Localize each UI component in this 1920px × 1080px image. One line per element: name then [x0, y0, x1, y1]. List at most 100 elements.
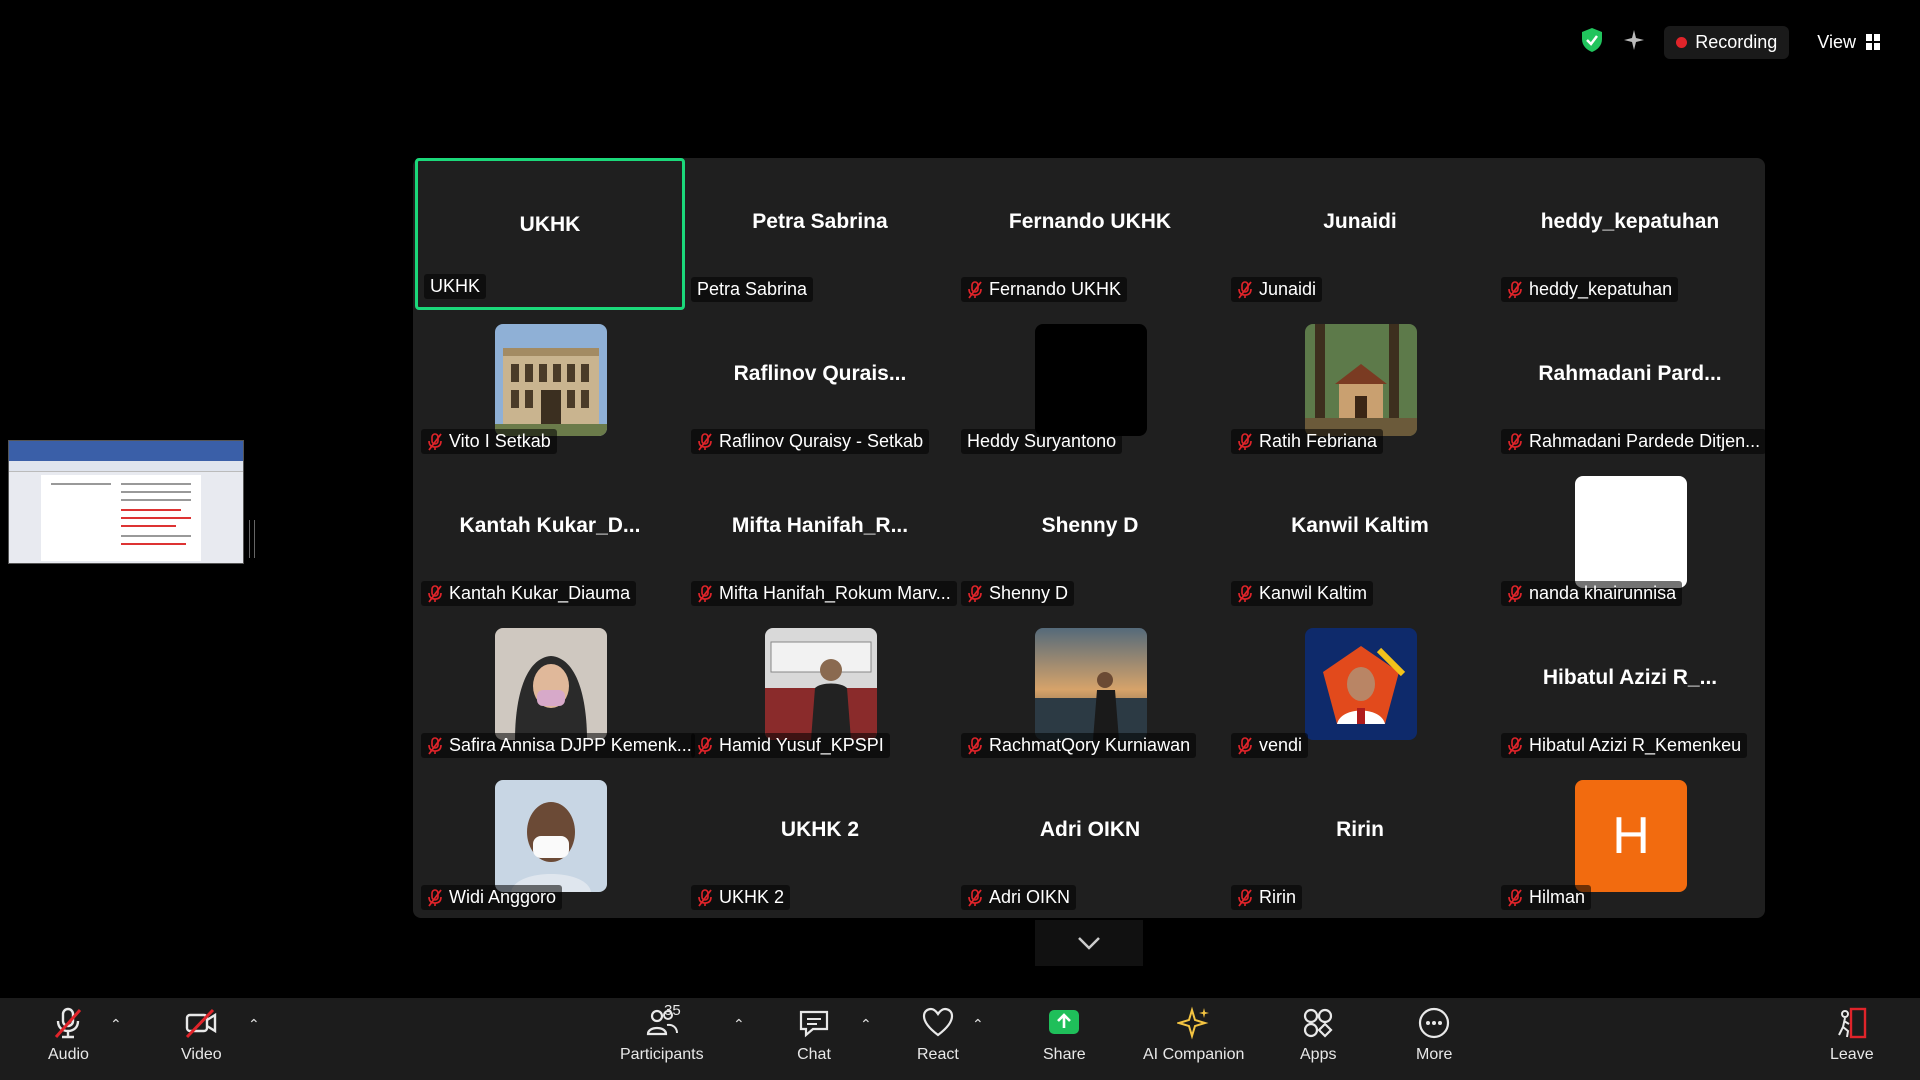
mic-muted-icon: [968, 280, 982, 299]
react-label: React: [917, 1046, 959, 1063]
shared-screen-thumbnail[interactable]: [8, 440, 244, 564]
participant-tile[interactable]: Fernando UKHK Fernando UKHK: [955, 158, 1225, 310]
participant-name-label: Mifta Hanifah_Rokum Marv...: [691, 581, 957, 606]
participant-name: RachmatQory Kurniawan: [989, 735, 1191, 755]
audio-options-caret[interactable]: ⌃: [110, 1016, 122, 1033]
participant-avatar: [495, 780, 607, 892]
participant-tile[interactable]: UKHK 2 UKHK 2: [685, 766, 955, 918]
participant-name-label: UKHK 2: [691, 885, 791, 910]
participant-name: Hibatul Azizi R_Kemenkeu: [1529, 735, 1742, 755]
react-button[interactable]: React: [917, 1006, 959, 1064]
apps-button[interactable]: Apps: [1300, 1006, 1336, 1064]
chat-options-caret[interactable]: ⌃: [860, 1016, 872, 1033]
react-options-caret[interactable]: ⌃: [972, 1016, 984, 1033]
video-button[interactable]: Video: [181, 1006, 222, 1064]
participant-name: Adri OIKN: [989, 887, 1071, 907]
participant-tile[interactable]: Kanwil Kaltim Kanwil Kaltim: [1225, 462, 1495, 614]
meeting-toolbar: Audio ⌃ Video ⌃ 35 Participants ⌃ Chat ⌃…: [0, 998, 1920, 1080]
ai-sparkle-icon[interactable]: [1622, 28, 1646, 57]
participant-name-label: Widi Anggoro: [421, 885, 563, 910]
participant-tile[interactable]: Mifta Hanifah_R... Mifta Hanifah_Rokum Ma…: [685, 462, 957, 614]
participant-name-label: Kanwil Kaltim: [1231, 581, 1374, 606]
leave-door-icon: [1837, 1007, 1866, 1039]
top-status-bar: Recording View: [1580, 22, 1890, 62]
mic-muted-icon: [1238, 888, 1252, 907]
participant-tile[interactable]: Ririn Ririn: [1225, 766, 1495, 918]
participant-name: Petra Sabrina: [697, 279, 808, 299]
recording-dot-icon: [1676, 36, 1688, 48]
participant-name-label: Shenny D: [961, 581, 1075, 606]
participant-tile[interactable]: Raflinov Qurais... Raflinov Quraisy - Set…: [685, 310, 955, 462]
encryption-shield-icon[interactable]: [1580, 27, 1604, 58]
participant-tile[interactable]: Rahmadani Pard... Rahmadani Pardede Ditje…: [1495, 310, 1767, 462]
chat-button[interactable]: Chat: [797, 1006, 831, 1064]
participant-tile[interactable]: Shenny D Shenny D: [955, 462, 1225, 614]
chat-icon: [799, 1010, 829, 1038]
participant-tile[interactable]: Ratih Febriana: [1225, 310, 1495, 462]
participant-tile[interactable]: H Hilman: [1495, 766, 1765, 918]
heart-icon: [922, 1007, 953, 1037]
share-button[interactable]: Share: [1043, 1006, 1086, 1064]
participant-name: Hamid Yusuf_KPSPI: [719, 735, 884, 755]
mic-muted-icon: [698, 888, 712, 907]
thumbnail-resize-handle[interactable]: [249, 520, 255, 558]
chevron-down-icon: [1078, 937, 1100, 950]
participants-button[interactable]: 35 Participants: [620, 1002, 704, 1064]
participant-name: Raflinov Quraisy - Setkab: [719, 431, 924, 451]
participant-name: UKHK 2: [719, 887, 785, 907]
leave-button[interactable]: Leave: [1830, 1006, 1874, 1064]
participant-avatar: [1305, 628, 1417, 740]
next-page-button[interactable]: [1035, 920, 1143, 966]
participant-name: Kantah Kukar_Diauma: [449, 583, 631, 603]
participant-name-label: Ririn: [1231, 885, 1303, 910]
participant-avatar: [1035, 324, 1147, 436]
participant-name-label: Hibatul Azizi R_Kemenkeu: [1501, 733, 1748, 758]
participant-name-label: nanda khairunnisa: [1501, 581, 1683, 606]
participant-avatar: [495, 324, 607, 436]
participant-name: Mifta Hanifah_Rokum Marv...: [719, 583, 951, 603]
participant-tile[interactable]: Widi Anggoro: [415, 766, 685, 918]
recording-indicator[interactable]: Recording: [1664, 25, 1790, 59]
participant-tile[interactable]: Safira Annisa DJPP Kemenk...: [415, 614, 695, 766]
more-label: More: [1416, 1046, 1453, 1063]
participant-count-badge: 35: [664, 1002, 681, 1019]
view-button[interactable]: View: [1807, 26, 1890, 59]
mic-muted-icon: [428, 736, 442, 755]
participant-name: Rahmadani Pardede Ditjen...: [1529, 431, 1761, 451]
participant-name: UKHK: [430, 276, 481, 296]
participant-tile[interactable]: Kantah Kukar_D... Kantah Kukar_Diauma: [415, 462, 685, 614]
participant-tile[interactable]: UKHK UKHK: [415, 158, 685, 310]
audio-button[interactable]: Audio: [48, 1006, 89, 1064]
mic-muted-icon: [428, 584, 442, 603]
participant-tile[interactable]: Vito I Setkab: [415, 310, 685, 462]
mic-muted-icon: [698, 736, 712, 755]
view-label: View: [1817, 31, 1856, 52]
participant-name: Widi Anggoro: [449, 887, 557, 907]
mic-muted-icon: [1508, 280, 1522, 299]
more-button[interactable]: More: [1416, 1006, 1452, 1064]
participant-avatar: [495, 628, 607, 740]
participant-tile[interactable]: Heddy Suryantono: [955, 310, 1225, 462]
participant-avatar: H: [1575, 780, 1687, 892]
participant-name: Junaidi: [1259, 279, 1317, 299]
participant-name-label: vendi: [1231, 733, 1309, 758]
participant-tile[interactable]: vendi: [1225, 614, 1495, 766]
leave-label: Leave: [1830, 1046, 1874, 1063]
participant-tile[interactable]: Junaidi Junaidi: [1225, 158, 1495, 310]
participant-tile[interactable]: RachmatQory Kurniawan: [955, 614, 1225, 766]
video-options-caret[interactable]: ⌃: [248, 1016, 260, 1033]
participant-name-label: Junaidi: [1231, 277, 1323, 302]
participant-tile[interactable]: Petra Sabrina Petra Sabrina: [685, 158, 955, 310]
participant-name: Safira Annisa DJPP Kemenk...: [449, 735, 692, 755]
participant-tile[interactable]: heddy_kepatuhan heddy_kepatuhan: [1495, 158, 1765, 310]
ai-companion-button[interactable]: AI Companion: [1143, 1006, 1244, 1064]
audio-label: Audio: [48, 1046, 89, 1063]
participant-tile[interactable]: Hamid Yusuf_KPSPI: [685, 614, 955, 766]
participant-name-label: Adri OIKN: [961, 885, 1077, 910]
participants-options-caret[interactable]: ⌃: [733, 1016, 745, 1033]
participant-tile[interactable]: nanda khairunnisa: [1495, 462, 1765, 614]
participant-avatar: [765, 628, 877, 740]
participant-tile[interactable]: Hibatul Azizi R_... Hibatul Azizi R_Kemen…: [1495, 614, 1765, 766]
participant-tile[interactable]: Adri OIKN Adri OIKN: [955, 766, 1225, 918]
participant-name-label: Kantah Kukar_Diauma: [421, 581, 637, 606]
